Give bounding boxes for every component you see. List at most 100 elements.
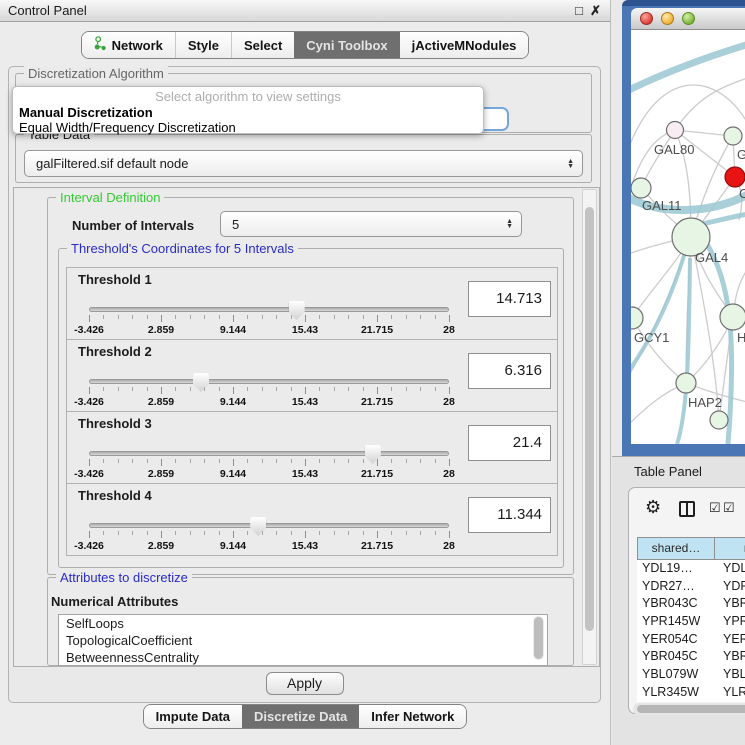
close-traffic-light-icon[interactable] [640,12,653,25]
interval-definition-label: Interval Definition [56,190,164,205]
slider-tick [449,531,450,538]
attribute-list-item[interactable]: SelfLoops [59,615,547,632]
table-row[interactable]: YPR145WYPR1 [637,613,745,631]
slider-tick [132,459,133,463]
slider-tick [291,387,292,391]
split-view-icon[interactable] [679,501,695,517]
float-window-icon[interactable]: □ [575,0,583,21]
table-row[interactable]: YBR045CYBR0 [637,648,745,666]
slider-tick [89,315,90,322]
network-node[interactable] [667,122,684,139]
threshold-label: Threshold 1 [78,272,152,287]
tab-style[interactable]: Style [175,32,231,58]
slider-tick [247,531,248,535]
tab-network[interactable]: Network [82,32,175,58]
attributes-group-label: Attributes to discretize [56,570,192,585]
threshold-row-1: Threshold 1-3.4262.8599.14415.4321.71528… [66,267,558,340]
slider-tick [89,531,90,538]
threshold-slider-track[interactable] [89,379,449,384]
network-node[interactable] [631,178,651,198]
slider-tick [363,531,364,535]
network-canvas[interactable]: GAL80 G C GAL11 GAL4 GCY1 H HAP2 [631,30,745,444]
network-node[interactable] [724,127,742,145]
node-label: GCY1 [634,330,669,345]
network-view-window: GAL80 G C GAL11 GAL4 GCY1 H HAP2 [622,0,745,456]
table-row[interactable]: YBL079WYBL0 [637,666,745,684]
threshold-value-field[interactable]: 14.713 [468,281,551,317]
algorithm-option-manual-discretization[interactable]: Manual Discretization [19,105,153,120]
table-row[interactable]: YIL052CYIL0 [637,702,745,703]
table-row[interactable]: YDR27…YDR2 [637,578,745,596]
table-horizontal-scrollbar[interactable] [633,703,745,715]
settings-vertical-scrollbar[interactable] [582,189,597,665]
table-row[interactable]: YLR345WYLR3 [637,684,745,702]
tab-discretize-data[interactable]: Discretize Data [242,705,359,728]
bottom-tabbar: Impute DataDiscretize DataInfer Network [143,704,468,729]
table-cell: YBR045C [637,648,714,666]
network-node[interactable] [676,373,696,393]
threshold-value-field[interactable]: 21.4 [468,425,551,461]
slider-tick [204,315,205,319]
table-row[interactable]: YBR043CYBR0 [637,595,745,613]
threshold-value-field[interactable]: 11.344 [468,497,551,533]
checkbox-icon[interactable]: ☑ [723,500,735,516]
apply-button[interactable]: Apply [266,672,344,695]
control-panel-titlebar: Control Panel □ ✗ [0,0,610,22]
table-row[interactable]: YER054CYER0 [637,631,745,649]
scale-label: 9.144 [220,540,246,552]
network-node[interactable] [725,167,745,187]
number-of-intervals-combobox[interactable]: 5 ▲▼ [220,211,522,237]
algorithm-dropdown-popup: Select algorithm to view settings Manual… [12,86,484,134]
slider-tick [363,315,364,319]
numerical-attributes-list[interactable]: SelfLoopsTopologicalCoefficientBetweenne… [58,614,548,666]
threshold-slider-track[interactable] [89,307,449,312]
table-cell: YPR145W [637,613,714,631]
table-panel-section: Table Panel ⚙ ☑ ☑ shared… na YDL19…YDL1Y… [612,456,745,745]
table-data-combobox[interactable]: galFiltered.sif default node ▲▼ [24,150,583,177]
network-node[interactable] [720,304,745,330]
scrollbar-thumb[interactable] [585,207,594,631]
scale-label: 28 [443,396,455,408]
network-node[interactable] [631,307,643,329]
scale-label: 28 [443,468,455,480]
attribute-list-item[interactable]: TopologicalCoefficient [59,632,547,649]
table-cell: YLR3 [714,684,745,702]
tab-select[interactable]: Select [231,32,294,58]
column-header-name[interactable]: na [715,538,745,559]
close-icon[interactable]: ✗ [590,0,601,21]
threshold-value-field[interactable]: 6.316 [468,353,551,389]
tab-jactivemnodules[interactable]: jActiveMNodules [400,32,529,58]
slider-tick [190,459,191,463]
threshold-slider-track[interactable] [89,523,449,528]
algorithm-option-equal-width-frequency[interactable]: Equal Width/Frequency Discretization [19,120,236,135]
tab-impute-data[interactable]: Impute Data [144,705,242,728]
threshold-slider-track[interactable] [89,451,449,456]
slider-tick [348,315,349,319]
scale-label: 2.859 [148,324,174,336]
checkbox-icon[interactable]: ☑ [709,500,721,516]
scrollbar-thumb[interactable] [637,705,745,713]
slider-tick [276,315,277,319]
slider-tick [219,387,220,391]
tab-infer-network[interactable]: Infer Network [359,705,466,728]
zoom-traffic-light-icon[interactable] [682,12,695,25]
network-node[interactable] [710,411,728,429]
scrollbar-thumb[interactable] [534,617,543,659]
minimize-traffic-light-icon[interactable] [661,12,674,25]
table-row[interactable]: YDL19…YDL1 [637,560,745,578]
threshold-row-2: Threshold 2-3.4262.8599.14415.4321.71528… [66,339,558,412]
apply-row: Apply [9,667,600,702]
gear-icon[interactable]: ⚙ [645,497,661,517]
slider-tick [204,387,205,391]
table-cell: YBR0 [714,595,745,613]
number-of-intervals-value: 5 [229,217,502,232]
scale-label: -3.426 [74,324,104,336]
tab-cyni-toolbox[interactable]: Cyni Toolbox [294,32,399,58]
slider-tick [334,387,335,391]
slider-tick [449,387,450,394]
attributes-list-scrollbar[interactable] [533,616,544,660]
slider-tick [305,459,306,466]
network-window-titlebar[interactable] [631,8,745,30]
attribute-list-item[interactable]: BetweennessCentrality [59,649,547,666]
column-header-shared[interactable]: shared… [638,538,715,559]
